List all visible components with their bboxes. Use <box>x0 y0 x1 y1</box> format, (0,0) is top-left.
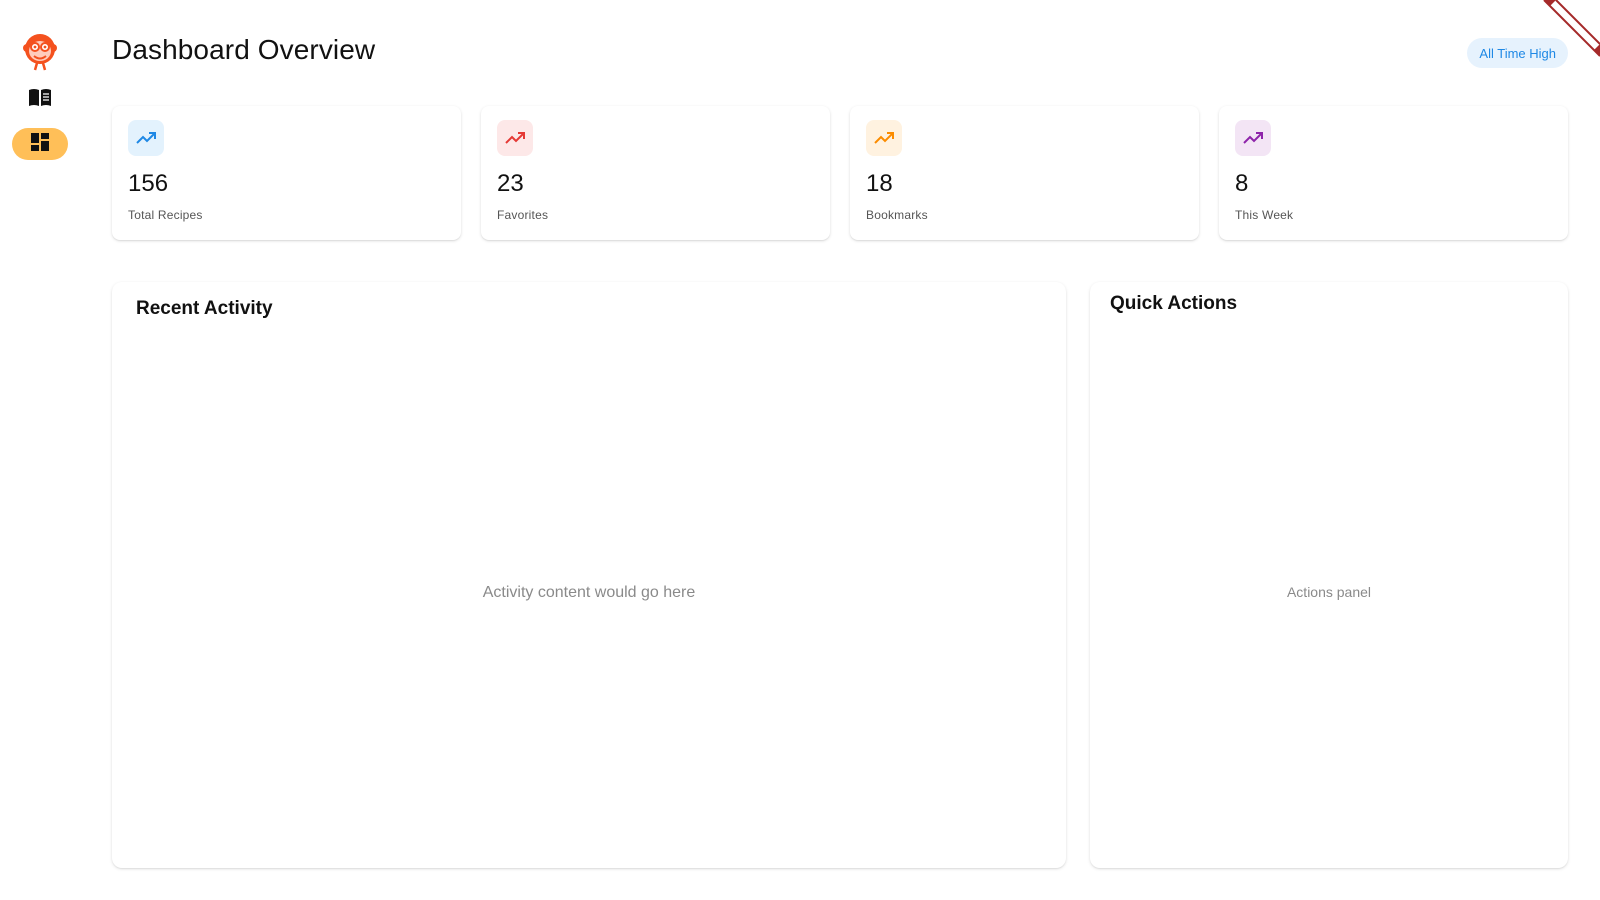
stats-row: 156 Total Recipes 23 Favorites 18 Bookma… <box>112 106 1568 240</box>
trending-up-icon <box>1235 120 1271 156</box>
stat-card-bookmarks[interactable]: 18 Bookmarks <box>850 106 1199 240</box>
menu-book-icon <box>28 88 52 113</box>
activity-placeholder: Activity content would go here <box>482 584 696 601</box>
nav-rail <box>0 0 80 900</box>
stat-value: 23 <box>497 170 524 197</box>
stat-label: Favorites <box>497 208 549 222</box>
trending-up-icon <box>866 120 902 156</box>
quick-actions-panel: Quick Actions Actions panel <box>1090 282 1568 868</box>
panel-title: Quick Actions <box>1110 293 1238 314</box>
page-title: Dashboard Overview <box>112 34 376 65</box>
stat-label: This Week <box>1235 208 1294 222</box>
monkey-logo-icon[interactable] <box>21 30 59 72</box>
actions-placeholder: Actions panel <box>1286 584 1372 600</box>
panel-title: Recent Activity <box>136 298 273 319</box>
recent-activity-panel: Recent Activity Activity content would g… <box>112 282 1066 868</box>
stat-value: 8 <box>1235 170 1249 197</box>
stat-card-favorites[interactable]: 23 Favorites <box>481 106 830 240</box>
trending-up-icon <box>128 120 164 156</box>
nav-item-recipes[interactable] <box>12 84 68 116</box>
stat-label: Bookmarks <box>866 208 928 222</box>
dashboard-icon <box>30 132 50 157</box>
stat-value: 156 <box>128 170 169 197</box>
stat-card-total-recipes[interactable]: 156 Total Recipes <box>112 106 461 240</box>
stat-value: 18 <box>866 170 893 197</box>
stat-card-this-week[interactable]: 8 This Week <box>1219 106 1568 240</box>
corner-ribbon-icon <box>1530 0 1600 60</box>
trending-up-icon <box>497 120 533 156</box>
stat-label: Total Recipes <box>128 208 203 222</box>
nav-item-dashboard[interactable] <box>12 128 68 160</box>
